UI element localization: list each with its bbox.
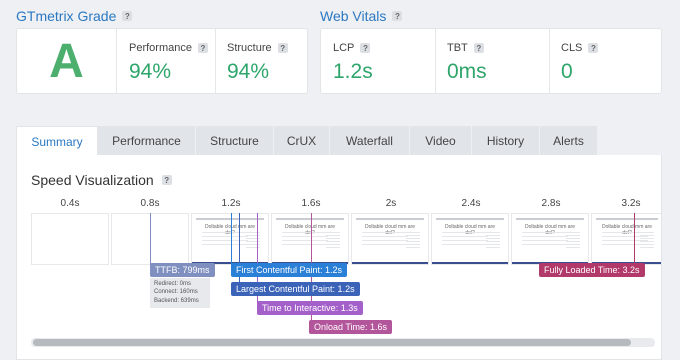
report-tabs: Summary Performance Structure CrUX Water… bbox=[16, 126, 662, 156]
performance-label: Performance bbox=[129, 42, 192, 54]
performance-value: 94% bbox=[129, 60, 172, 83]
help-icon[interactable]: ? bbox=[197, 43, 208, 53]
time-tick: 1.2s bbox=[221, 198, 241, 209]
grade-letter: A bbox=[17, 29, 117, 93]
performance-metric: Performance? 94% bbox=[117, 29, 215, 93]
web-vitals-title: Web Vitals bbox=[320, 8, 387, 24]
filmstrip-frame[interactable] bbox=[31, 213, 109, 265]
web-vitals-card: LCP? 1.2s TBT? 0ms CLS? 0 bbox=[320, 28, 662, 94]
tbt-metric: TBT? 0ms bbox=[435, 29, 549, 93]
lcp-metric: LCP? 1.2s bbox=[321, 29, 435, 93]
gtmetrix-grade-title: GTmetrix Grade bbox=[16, 8, 117, 24]
ttfb-marker[interactable]: TTFB: 799ms bbox=[150, 263, 215, 277]
ttfb-backend: Backend: 639ms bbox=[154, 297, 199, 304]
structure-metric: Structure? 94% bbox=[215, 29, 309, 93]
filmstrip-frame[interactable]: Doltable cloud mm are del? bbox=[351, 213, 429, 265]
scrollbar-thumb[interactable] bbox=[33, 339, 631, 346]
tab-performance[interactable]: Performance bbox=[98, 126, 196, 156]
speed-visualization-title: Speed Visualization bbox=[31, 172, 154, 188]
time-tick: 3.2s bbox=[621, 198, 641, 209]
tab-video[interactable]: Video bbox=[410, 126, 472, 156]
cls-label: CLS bbox=[561, 42, 583, 54]
tab-waterfall[interactable]: Waterfall bbox=[330, 126, 410, 156]
web-vitals-heading: Web Vitals ? bbox=[320, 8, 403, 24]
fcp-marker[interactable]: First Contentful Paint: 1.2s bbox=[231, 263, 348, 277]
time-tick: 0.8s bbox=[140, 198, 160, 209]
tab-summary[interactable]: Summary bbox=[16, 126, 98, 156]
ttfb-detail: Redirect: 0ms Connect: 160ms Backend: 63… bbox=[150, 278, 210, 308]
filmstrip-frame[interactable]: Doltable cloud mm are del? bbox=[271, 213, 349, 265]
ttfb-connect: Connect: 160ms bbox=[154, 289, 198, 296]
cls-metric: CLS? 0 bbox=[549, 29, 663, 93]
fully-loaded-marker[interactable]: Fully Loaded Time: 3.2s bbox=[539, 263, 645, 277]
help-icon[interactable]: ? bbox=[277, 43, 288, 53]
lcp-label: LCP bbox=[333, 42, 355, 54]
onload-marker[interactable]: Onload Time: 1.6s bbox=[309, 320, 393, 334]
tab-history[interactable]: History bbox=[472, 126, 540, 156]
tbt-label: TBT bbox=[447, 42, 468, 54]
help-icon[interactable]: ? bbox=[122, 11, 133, 21]
tbt-value: 0ms bbox=[447, 60, 487, 83]
tti-marker[interactable]: Time to Interactive: 1.3s bbox=[257, 301, 363, 315]
filmstrip-frame[interactable]: Doltable cloud mm are del? bbox=[431, 213, 509, 265]
filmstrip-frame[interactable]: Doltable cloud mm are del? bbox=[591, 213, 661, 265]
help-icon[interactable]: ? bbox=[473, 43, 484, 53]
lcp-marker[interactable]: Largest Contentful Paint: 1.2s bbox=[231, 282, 360, 296]
speed-visualization-heading: Speed Visualization ? bbox=[31, 172, 172, 188]
time-tick: 2.4s bbox=[461, 198, 481, 209]
help-icon[interactable]: ? bbox=[360, 43, 371, 53]
time-tick: 2s bbox=[385, 198, 397, 209]
filmstrip-frame[interactable]: Doltable cloud mm are del? bbox=[511, 213, 589, 265]
gtmetrix-grade-heading: GTmetrix Grade ? bbox=[16, 8, 133, 24]
lcp-value: 1.2s bbox=[333, 60, 373, 83]
help-icon[interactable]: ? bbox=[161, 175, 172, 185]
structure-label: Structure bbox=[227, 42, 272, 54]
time-tick: 0.4s bbox=[60, 198, 80, 209]
tab-crux[interactable]: CrUX bbox=[274, 126, 330, 156]
ttfb-redirect: Redirect: 0ms bbox=[154, 281, 192, 287]
summary-panel: Speed Visualization ? 0.4s 0.8s 1.2s 1.6… bbox=[16, 155, 662, 360]
filmstrip-scrollbar[interactable] bbox=[31, 338, 655, 347]
lcp-line bbox=[239, 213, 240, 291]
help-icon[interactable]: ? bbox=[392, 11, 403, 21]
grade-card: A Performance? 94% Structure? 94% bbox=[16, 28, 308, 94]
ttfb-line bbox=[150, 213, 151, 265]
tab-alerts[interactable]: Alerts bbox=[540, 126, 598, 156]
fully-loaded-line bbox=[634, 213, 635, 263]
time-tick: 1.6s bbox=[301, 198, 321, 209]
help-icon[interactable]: ? bbox=[588, 43, 599, 53]
tab-structure[interactable]: Structure bbox=[196, 126, 274, 156]
time-tick: 2.8s bbox=[541, 198, 561, 209]
cls-value: 0 bbox=[561, 60, 573, 83]
structure-value: 94% bbox=[227, 60, 270, 83]
